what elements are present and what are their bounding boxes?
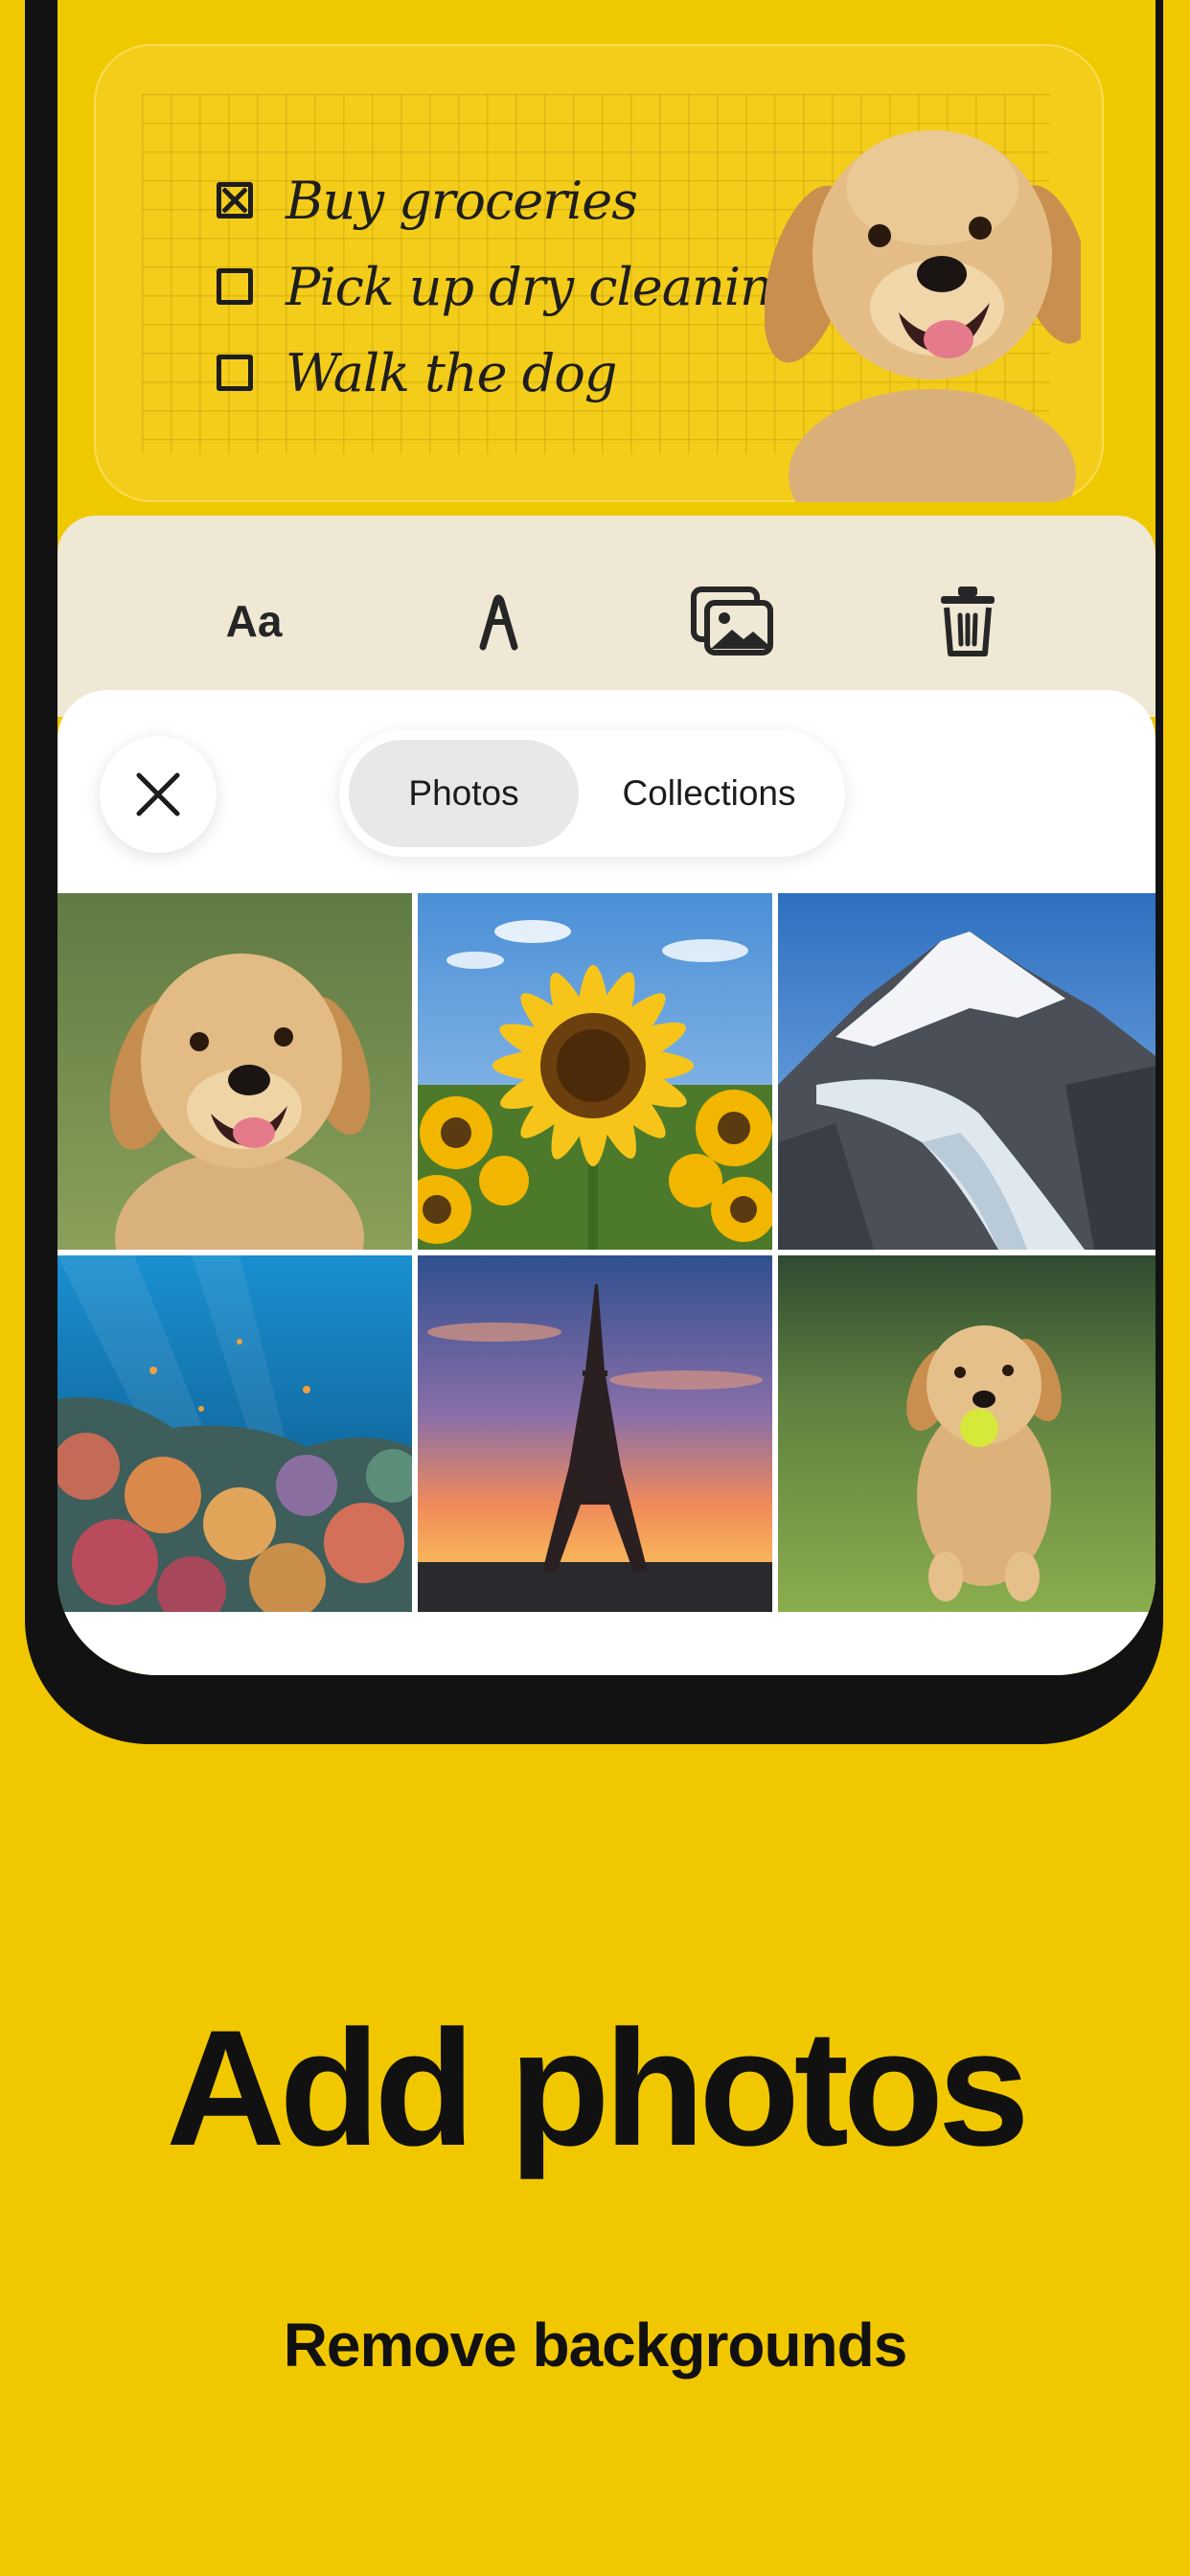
pen-icon — [479, 594, 518, 651]
photo-grid — [57, 893, 1156, 1612]
checklist-item[interactable]: Walk the dog — [217, 330, 804, 416]
photo-picker-sheet: Photos Collections — [57, 690, 1156, 1675]
photo-thumbnail-puppy-with-ball[interactable] — [778, 1255, 1156, 1612]
photo-thumbnail-coral-reef[interactable] — [57, 1255, 412, 1612]
phone-screen: Buy groceries Pick up dry cleaning Walk … — [57, 0, 1156, 1675]
photo-thumbnail-sunflowers[interactable] — [418, 893, 772, 1250]
phone-frame: Buy groceries Pick up dry cleaning Walk … — [25, 0, 1163, 1744]
text-style-button[interactable]: Aa — [206, 573, 302, 669]
photo-thumbnail-mountain[interactable] — [778, 893, 1156, 1250]
checklist-item[interactable]: Pick up dry cleaning — [217, 243, 805, 330]
checklist-item-label: Pick up dry cleaning — [286, 256, 805, 317]
trash-icon — [941, 586, 995, 656]
checklist-item-label: Walk the dog — [286, 342, 617, 403]
checked-checkbox-icon[interactable] — [217, 182, 253, 218]
close-icon — [136, 772, 180, 816]
close-button[interactable] — [100, 736, 217, 853]
add-photo-button[interactable] — [685, 573, 781, 669]
headline: Add photos — [166, 1996, 1029, 2180]
delete-button[interactable] — [920, 573, 1016, 669]
pen-button[interactable] — [450, 573, 546, 669]
puppy-sticker[interactable] — [765, 111, 1081, 502]
checklist: Buy groceries Pick up dry cleaning Walk … — [217, 157, 805, 416]
tab-photos[interactable]: Photos — [349, 740, 579, 847]
note-toolbar: Aa — [57, 516, 1156, 717]
unchecked-checkbox-icon[interactable] — [217, 355, 253, 391]
photo-thumbnail-eiffel-tower[interactable] — [418, 1255, 772, 1612]
picker-tabs: Photos Collections — [339, 730, 845, 857]
tab-collections[interactable]: Collections — [583, 740, 835, 847]
note-card[interactable]: Buy groceries Pick up dry cleaning Walk … — [94, 44, 1104, 502]
photo-thumbnail-puppy[interactable] — [57, 893, 412, 1250]
checklist-item[interactable]: Buy groceries — [217, 157, 804, 243]
photos-icon — [691, 586, 773, 656]
subheadline: Remove backgrounds — [283, 2311, 908, 2380]
unchecked-checkbox-icon[interactable] — [217, 268, 253, 305]
checklist-item-label: Buy groceries — [286, 170, 638, 231]
